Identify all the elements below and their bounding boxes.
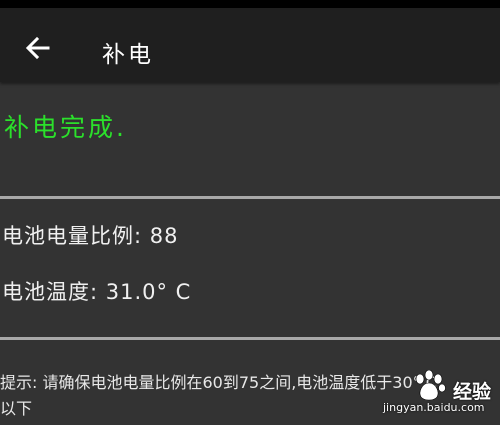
watermark-brand: 经验	[453, 381, 492, 403]
baidu-jingyan-watermark: 经验 jingyan.baidu.com	[383, 369, 500, 419]
app-bar: 补电	[0, 8, 500, 82]
battery-temperature: 电池温度: 31.0° C	[2, 280, 192, 304]
divider	[0, 337, 500, 340]
calibration-status: 补电完成.	[4, 113, 127, 142]
baidu-paw-icon	[415, 370, 446, 401]
hint-text-continued: 以下	[0, 399, 33, 418]
watermark-url: jingyan.baidu.com	[383, 401, 485, 414]
page-title: 补电	[102, 42, 154, 68]
battery-calibration-screen: 补电 补电完成. 电池电量比例: 88 电池温度: 31.0° C 提示: 请确…	[0, 0, 500, 425]
arrow-left-icon	[25, 36, 50, 60]
battery-level: 电池电量比例: 88	[2, 224, 179, 248]
status-bar	[0, 0, 500, 8]
back-button[interactable]	[18, 28, 58, 68]
divider	[0, 196, 500, 199]
